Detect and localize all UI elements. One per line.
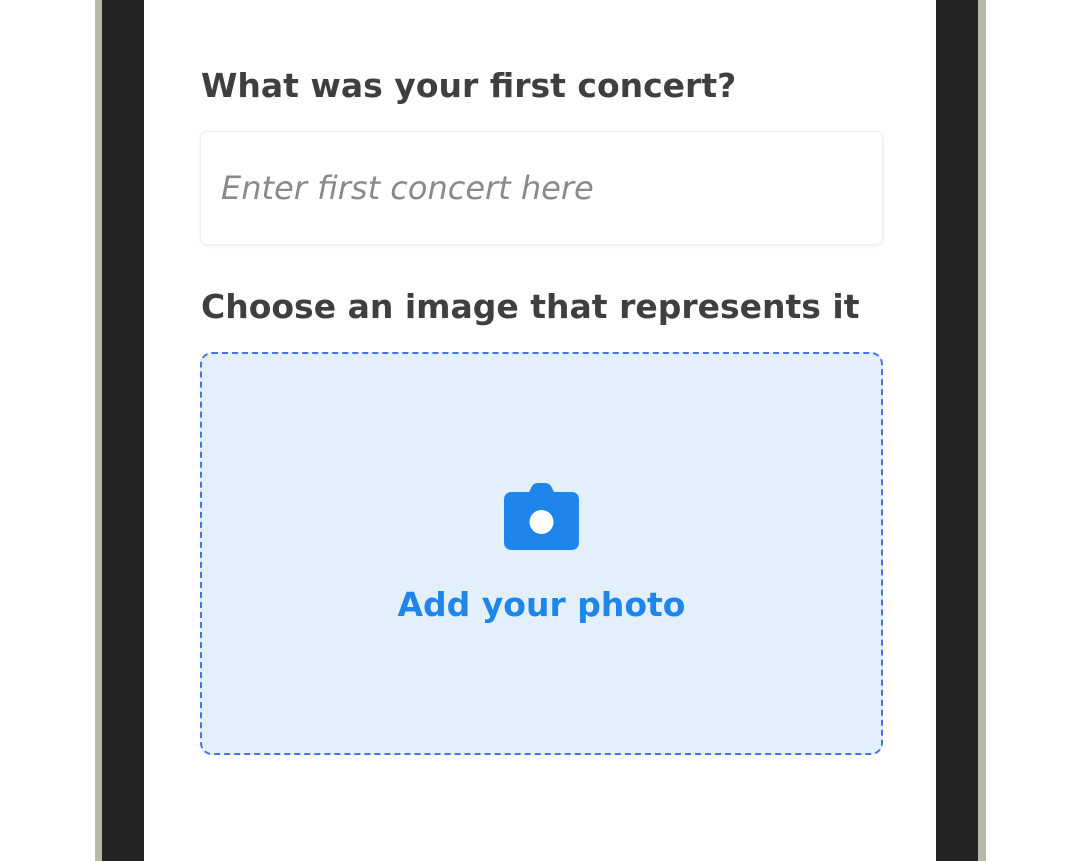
image-prompt-label: Choose an image that represents it [201, 287, 860, 326]
add-photo-dropzone[interactable] [200, 352, 883, 755]
first-concert-input[interactable] [200, 131, 883, 245]
first-concert-question-label: What was your first concert? [201, 66, 737, 105]
camera-icon [504, 483, 579, 550]
add-photo-label[interactable]: Add your photo [200, 585, 883, 624]
